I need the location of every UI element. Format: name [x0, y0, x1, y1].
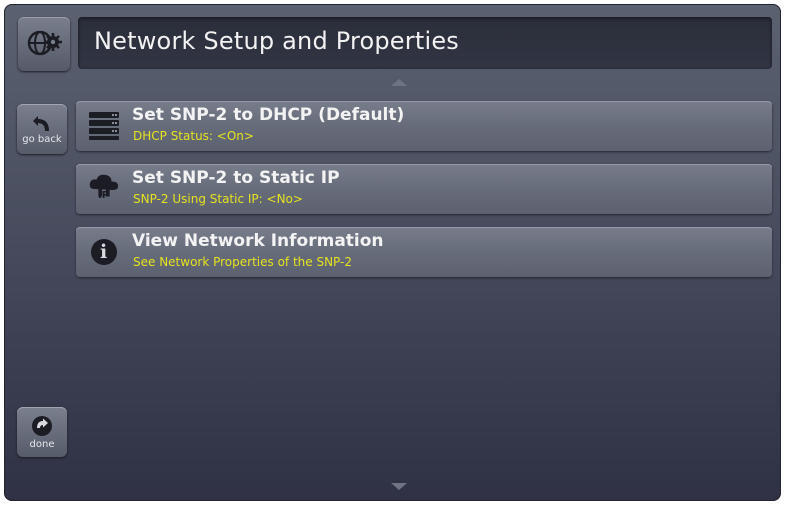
server-icon [88, 110, 120, 142]
scroll-down-arrow-icon[interactable] [391, 483, 407, 490]
done-icon [32, 415, 52, 436]
network-settings-icon [18, 17, 70, 71]
app-window: Network Setup and Properties go back don… [4, 4, 781, 501]
static-ip-menu-item[interactable]: IP Set SNP-2 to Static IP SNP-2 Using St… [76, 164, 772, 214]
static-ip-status: SNP-2 Using Static IP: <No> [133, 192, 303, 206]
back-arrow-icon [33, 115, 49, 131]
info-icon-text: i [100, 241, 108, 263]
dhcp-status: DHCP Status: <On> [133, 129, 254, 143]
go-back-button[interactable]: go back [17, 104, 67, 154]
page-title: Network Setup and Properties [94, 27, 459, 55]
done-button[interactable]: done [17, 407, 67, 457]
network-info-menu-item[interactable]: i View Network Information See Network P… [76, 227, 772, 277]
dhcp-menu-item[interactable]: Set SNP-2 to DHCP (Default) DHCP Status:… [76, 101, 772, 151]
network-info-item-label: View Network Information [132, 231, 384, 251]
dhcp-item-label: Set SNP-2 to DHCP (Default) [132, 105, 405, 125]
title-bar: Network Setup and Properties [78, 17, 772, 69]
done-label: done [29, 438, 55, 450]
static-ip-item-label: Set SNP-2 to Static IP [132, 168, 340, 188]
cloud-ip-icon-text: IP [98, 190, 110, 201]
go-back-label: go back [22, 133, 62, 145]
cloud-ip-icon: IP [88, 173, 120, 205]
info-icon: i [88, 236, 120, 268]
network-info-status: See Network Properties of the SNP-2 [133, 255, 352, 269]
scroll-up-arrow-icon[interactable] [391, 79, 407, 86]
